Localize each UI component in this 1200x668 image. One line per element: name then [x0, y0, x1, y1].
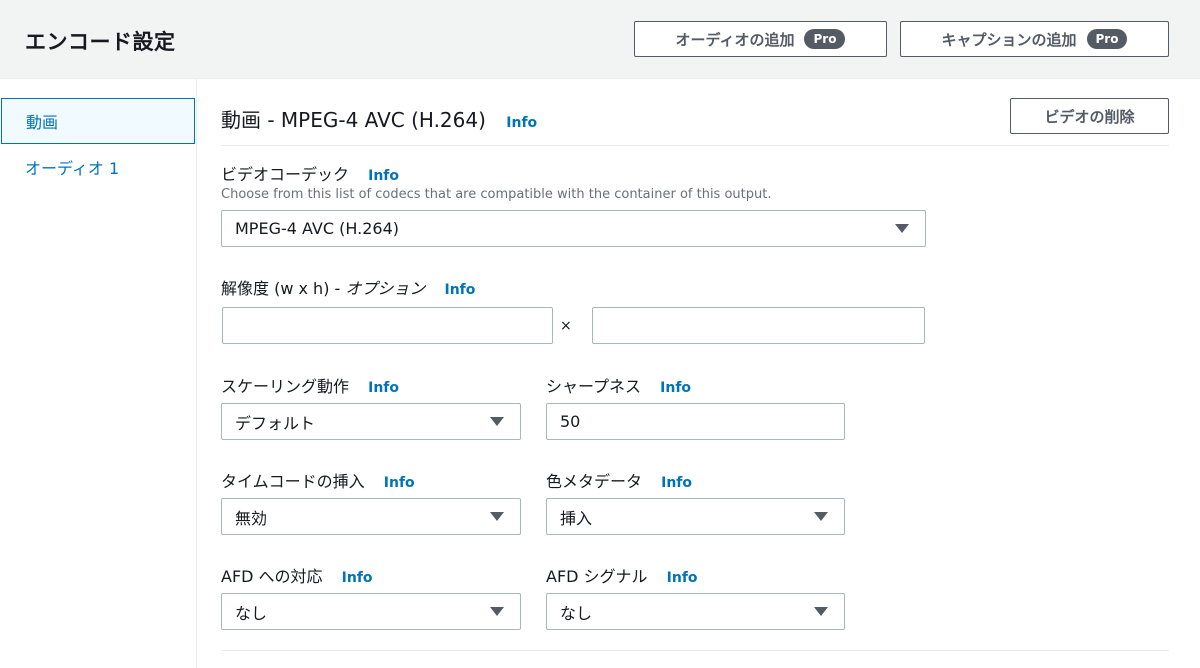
scaling-label: スケーリング動作 Info [221, 373, 399, 397]
resolution-label: 解像度 (w x h) - オプション Info [221, 275, 475, 299]
info-link[interactable]: Info [384, 475, 415, 491]
sharpness-value: 50 [560, 412, 581, 431]
chevron-down-icon [814, 607, 828, 616]
resolution-width-input[interactable] [222, 307, 553, 344]
video-codec-label-text: ビデオコーデック [221, 165, 350, 184]
sidebar-item-audio-1[interactable]: オーディオ 1 [1, 144, 195, 190]
afd-response-value: なし [235, 603, 268, 623]
timecode-select[interactable]: 無効 [221, 498, 521, 535]
color-metadata-select[interactable]: 挿入 [546, 498, 845, 535]
chevron-down-icon [895, 224, 909, 233]
timecode-label: タイムコードの挿入 Info [221, 468, 415, 492]
section-divider [221, 145, 1169, 146]
afd-signal-select[interactable]: なし [546, 593, 845, 630]
info-link[interactable]: Info [660, 380, 691, 396]
sharpness-input[interactable]: 50 [546, 403, 845, 440]
sidebar-item-label: 動画 [26, 113, 59, 132]
info-link[interactable]: Info [667, 570, 698, 586]
afd-signal-value: なし [560, 603, 593, 623]
sidebar-item-video[interactable]: 動画 [1, 98, 195, 144]
scaling-label-text: スケーリング動作 [221, 377, 350, 396]
info-link[interactable]: Info [445, 282, 476, 298]
color-metadata-label: 色メタデータ Info [546, 468, 692, 492]
optional-label: オプション [345, 279, 426, 298]
chevron-down-icon [490, 512, 504, 521]
scaling-select[interactable]: デフォルト [221, 403, 521, 440]
timecode-label-text: タイムコードの挿入 [221, 472, 365, 491]
info-link[interactable]: Info [661, 475, 692, 491]
afd-signal-label-text: AFD シグナル [546, 567, 648, 586]
sharpness-label-text: シャープネス [546, 377, 642, 396]
info-link[interactable]: Info [368, 380, 399, 396]
add-caption-button[interactable]: キャプションの追加 Pro [900, 21, 1169, 57]
add-audio-button[interactable]: オーディオの追加 Pro [634, 21, 887, 57]
chevron-down-icon [490, 607, 504, 616]
chevron-down-icon [814, 512, 828, 521]
info-link[interactable]: Info [368, 168, 399, 184]
page-title: エンコード設定 [25, 30, 176, 54]
add-caption-label: キャプションの追加 [941, 30, 1077, 49]
video-codec-label: ビデオコーデック Info [221, 161, 399, 185]
resolution-separator: × [560, 318, 572, 334]
color-metadata-value: 挿入 [560, 508, 593, 528]
chevron-down-icon [490, 417, 504, 426]
header-bar: エンコード設定 オーディオの追加 Pro キャプションの追加 Pro [0, 0, 1200, 79]
afd-response-label-text: AFD への対応 [221, 567, 323, 586]
sidebar-item-label: オーディオ 1 [25, 159, 120, 178]
bottom-divider [221, 650, 1169, 651]
timecode-value: 無効 [235, 508, 268, 528]
resolution-label-text: 解像度 (w x h) - [221, 279, 346, 298]
scaling-value: デフォルト [235, 413, 316, 433]
info-link[interactable]: Info [506, 115, 537, 131]
pro-badge: Pro [1086, 29, 1128, 49]
afd-response-select[interactable]: なし [221, 593, 521, 630]
info-link[interactable]: Info [342, 570, 373, 586]
video-codec-value: MPEG-4 AVC (H.264) [235, 219, 399, 238]
sidebar: 動画 オーディオ 1 [0, 79, 197, 668]
color-metadata-label-text: 色メタデータ [546, 472, 643, 491]
afd-signal-label: AFD シグナル Info [546, 563, 698, 587]
video-codec-description: Choose from this list of codecs that are… [221, 187, 772, 202]
add-audio-label: オーディオの追加 [675, 30, 795, 49]
pro-badge: Pro [804, 29, 846, 49]
video-codec-select[interactable]: MPEG-4 AVC (H.264) [221, 210, 926, 247]
resolution-height-input[interactable] [592, 307, 925, 344]
section-title: 動画 - MPEG-4 AVC (H.264) Info [221, 104, 537, 133]
section-title-text: 動画 - MPEG-4 AVC (H.264) [221, 108, 486, 132]
sharpness-label: シャープネス Info [546, 373, 691, 397]
delete-video-button[interactable]: ビデオの削除 [1010, 98, 1169, 134]
afd-response-label: AFD への対応 Info [221, 563, 373, 587]
